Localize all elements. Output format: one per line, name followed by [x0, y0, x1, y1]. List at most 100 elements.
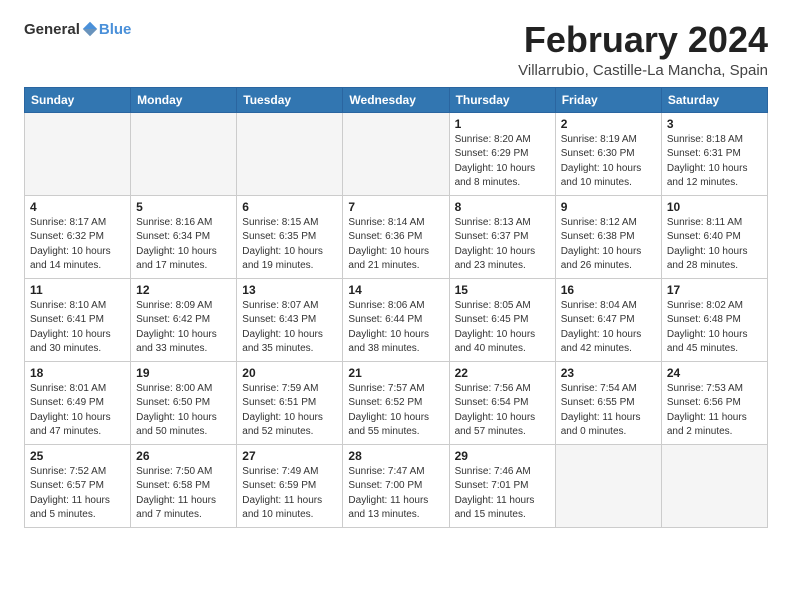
calendar-cell: 22 Sunrise: 7:56 AM Sunset: 6:54 PM Dayli…	[449, 361, 555, 444]
calendar-cell: 14 Sunrise: 8:06 AM Sunset: 6:44 PM Dayli…	[343, 278, 449, 361]
day-number: 25	[30, 449, 125, 463]
day-info: Sunrise: 8:17 AM Sunset: 6:32 PM Dayligh…	[30, 216, 125, 274]
day-number: 23	[561, 366, 656, 380]
logo-icon	[81, 20, 99, 38]
col-header-thursday: Thursday	[449, 87, 555, 112]
day-info: Sunrise: 7:59 AM Sunset: 6:51 PM Dayligh…	[242, 382, 337, 440]
calendar-cell: 29 Sunrise: 7:46 AM Sunset: 7:01 PM Dayli…	[449, 444, 555, 527]
logo: General Blue	[24, 20, 131, 38]
day-number: 8	[455, 200, 550, 214]
day-number: 7	[348, 200, 443, 214]
col-header-saturday: Saturday	[661, 87, 767, 112]
day-info: Sunrise: 7:46 AM Sunset: 7:01 PM Dayligh…	[455, 465, 550, 523]
calendar-cell: 28 Sunrise: 7:47 AM Sunset: 7:00 PM Dayli…	[343, 444, 449, 527]
calendar-cell: 18Sunrise: 8:01 AM Sunset: 6:49 PM Dayli…	[25, 361, 131, 444]
calendar-cell: 10Sunrise: 8:11 AM Sunset: 6:40 PM Dayli…	[661, 195, 767, 278]
day-number: 11	[30, 283, 125, 297]
day-info: Sunrise: 8:11 AM Sunset: 6:40 PM Dayligh…	[667, 216, 762, 274]
calendar-cell: 21 Sunrise: 7:57 AM Sunset: 6:52 PM Dayli…	[343, 361, 449, 444]
calendar-cell: 6 Sunrise: 8:15 AM Sunset: 6:35 PM Daylig…	[237, 195, 343, 278]
day-number: 26	[136, 449, 231, 463]
main-title: February 2024	[518, 20, 768, 60]
day-info: Sunrise: 8:09 AM Sunset: 6:42 PM Dayligh…	[136, 299, 231, 357]
day-info: Sunrise: 7:50 AM Sunset: 6:58 PM Dayligh…	[136, 465, 231, 523]
calendar-cell	[25, 112, 131, 195]
day-number: 12	[136, 283, 231, 297]
calendar-cell: 26 Sunrise: 7:50 AM Sunset: 6:58 PM Dayli…	[131, 444, 237, 527]
day-number: 6	[242, 200, 337, 214]
calendar-cell: 23 Sunrise: 7:54 AM Sunset: 6:55 PM Dayli…	[555, 361, 661, 444]
calendar-cell: 24Sunrise: 7:53 AM Sunset: 6:56 PM Dayli…	[661, 361, 767, 444]
calendar-cell: 7Sunrise: 8:14 AM Sunset: 6:36 PM Daylig…	[343, 195, 449, 278]
calendar-cell: 13 Sunrise: 8:07 AM Sunset: 6:43 PM Dayli…	[237, 278, 343, 361]
header: General Blue February 2024 Villarrubio, …	[24, 20, 768, 79]
calendar-cell	[237, 112, 343, 195]
col-header-tuesday: Tuesday	[237, 87, 343, 112]
calendar-cell: 27Sunrise: 7:49 AM Sunset: 6:59 PM Dayli…	[237, 444, 343, 527]
day-number: 21	[348, 366, 443, 380]
day-number: 14	[348, 283, 443, 297]
calendar-cell: 8 Sunrise: 8:13 AM Sunset: 6:37 PM Daylig…	[449, 195, 555, 278]
day-info: Sunrise: 8:05 AM Sunset: 6:45 PM Dayligh…	[455, 299, 550, 357]
day-info: Sunrise: 8:02 AM Sunset: 6:48 PM Dayligh…	[667, 299, 762, 357]
day-info: Sunrise: 7:53 AM Sunset: 6:56 PM Dayligh…	[667, 382, 762, 440]
day-info: Sunrise: 8:07 AM Sunset: 6:43 PM Dayligh…	[242, 299, 337, 357]
day-number: 20	[242, 366, 337, 380]
day-number: 29	[455, 449, 550, 463]
day-info: Sunrise: 8:04 AM Sunset: 6:47 PM Dayligh…	[561, 299, 656, 357]
calendar-cell: 12 Sunrise: 8:09 AM Sunset: 6:42 PM Dayli…	[131, 278, 237, 361]
day-number: 3	[667, 117, 762, 131]
calendar-cell: 3Sunrise: 8:18 AM Sunset: 6:31 PM Daylig…	[661, 112, 767, 195]
calendar-header-row: SundayMondayTuesdayWednesdayThursdayFrid…	[25, 87, 768, 112]
day-number: 22	[455, 366, 550, 380]
week-row-2: 11Sunrise: 8:10 AM Sunset: 6:41 PM Dayli…	[25, 278, 768, 361]
day-info: Sunrise: 8:13 AM Sunset: 6:37 PM Dayligh…	[455, 216, 550, 274]
day-info: Sunrise: 8:20 AM Sunset: 6:29 PM Dayligh…	[455, 133, 550, 191]
week-row-1: 4 Sunrise: 8:17 AM Sunset: 6:32 PM Daylig…	[25, 195, 768, 278]
day-info: Sunrise: 8:06 AM Sunset: 6:44 PM Dayligh…	[348, 299, 443, 357]
calendar-cell	[555, 444, 661, 527]
calendar-cell: 2Sunrise: 8:19 AM Sunset: 6:30 PM Daylig…	[555, 112, 661, 195]
day-number: 16	[561, 283, 656, 297]
col-header-wednesday: Wednesday	[343, 87, 449, 112]
day-info: Sunrise: 7:57 AM Sunset: 6:52 PM Dayligh…	[348, 382, 443, 440]
day-number: 2	[561, 117, 656, 131]
calendar-cell	[661, 444, 767, 527]
calendar-table: SundayMondayTuesdayWednesdayThursdayFrid…	[24, 87, 768, 528]
calendar-cell: 1 Sunrise: 8:20 AM Sunset: 6:29 PM Daylig…	[449, 112, 555, 195]
day-info: Sunrise: 7:54 AM Sunset: 6:55 PM Dayligh…	[561, 382, 656, 440]
calendar-cell: 11Sunrise: 8:10 AM Sunset: 6:41 PM Dayli…	[25, 278, 131, 361]
day-info: Sunrise: 8:01 AM Sunset: 6:49 PM Dayligh…	[30, 382, 125, 440]
day-info: Sunrise: 7:49 AM Sunset: 6:59 PM Dayligh…	[242, 465, 337, 523]
week-row-0: 1 Sunrise: 8:20 AM Sunset: 6:29 PM Daylig…	[25, 112, 768, 195]
calendar-cell: 15 Sunrise: 8:05 AM Sunset: 6:45 PM Dayli…	[449, 278, 555, 361]
col-header-monday: Monday	[131, 87, 237, 112]
day-number: 17	[667, 283, 762, 297]
logo-text-general: General	[24, 21, 80, 38]
calendar-cell: 17 Sunrise: 8:02 AM Sunset: 6:48 PM Dayli…	[661, 278, 767, 361]
calendar-cell: 4 Sunrise: 8:17 AM Sunset: 6:32 PM Daylig…	[25, 195, 131, 278]
day-number: 9	[561, 200, 656, 214]
day-number: 13	[242, 283, 337, 297]
day-number: 28	[348, 449, 443, 463]
title-area: February 2024 Villarrubio, Castille-La M…	[518, 20, 768, 79]
logo-text-blue: Blue	[99, 21, 132, 38]
calendar-cell: 16 Sunrise: 8:04 AM Sunset: 6:47 PM Dayli…	[555, 278, 661, 361]
calendar-cell: 5Sunrise: 8:16 AM Sunset: 6:34 PM Daylig…	[131, 195, 237, 278]
calendar-cell: 20 Sunrise: 7:59 AM Sunset: 6:51 PM Dayli…	[237, 361, 343, 444]
calendar-cell	[343, 112, 449, 195]
calendar-cell: 19Sunrise: 8:00 AM Sunset: 6:50 PM Dayli…	[131, 361, 237, 444]
day-number: 5	[136, 200, 231, 214]
calendar-cell: 9Sunrise: 8:12 AM Sunset: 6:38 PM Daylig…	[555, 195, 661, 278]
day-number: 4	[30, 200, 125, 214]
week-row-4: 25Sunrise: 7:52 AM Sunset: 6:57 PM Dayli…	[25, 444, 768, 527]
day-info: Sunrise: 7:47 AM Sunset: 7:00 PM Dayligh…	[348, 465, 443, 523]
day-info: Sunrise: 8:15 AM Sunset: 6:35 PM Dayligh…	[242, 216, 337, 274]
day-info: Sunrise: 8:00 AM Sunset: 6:50 PM Dayligh…	[136, 382, 231, 440]
day-number: 15	[455, 283, 550, 297]
col-header-sunday: Sunday	[25, 87, 131, 112]
day-number: 1	[455, 117, 550, 131]
calendar-body: 1 Sunrise: 8:20 AM Sunset: 6:29 PM Daylig…	[25, 112, 768, 527]
week-row-3: 18Sunrise: 8:01 AM Sunset: 6:49 PM Dayli…	[25, 361, 768, 444]
day-info: Sunrise: 7:56 AM Sunset: 6:54 PM Dayligh…	[455, 382, 550, 440]
